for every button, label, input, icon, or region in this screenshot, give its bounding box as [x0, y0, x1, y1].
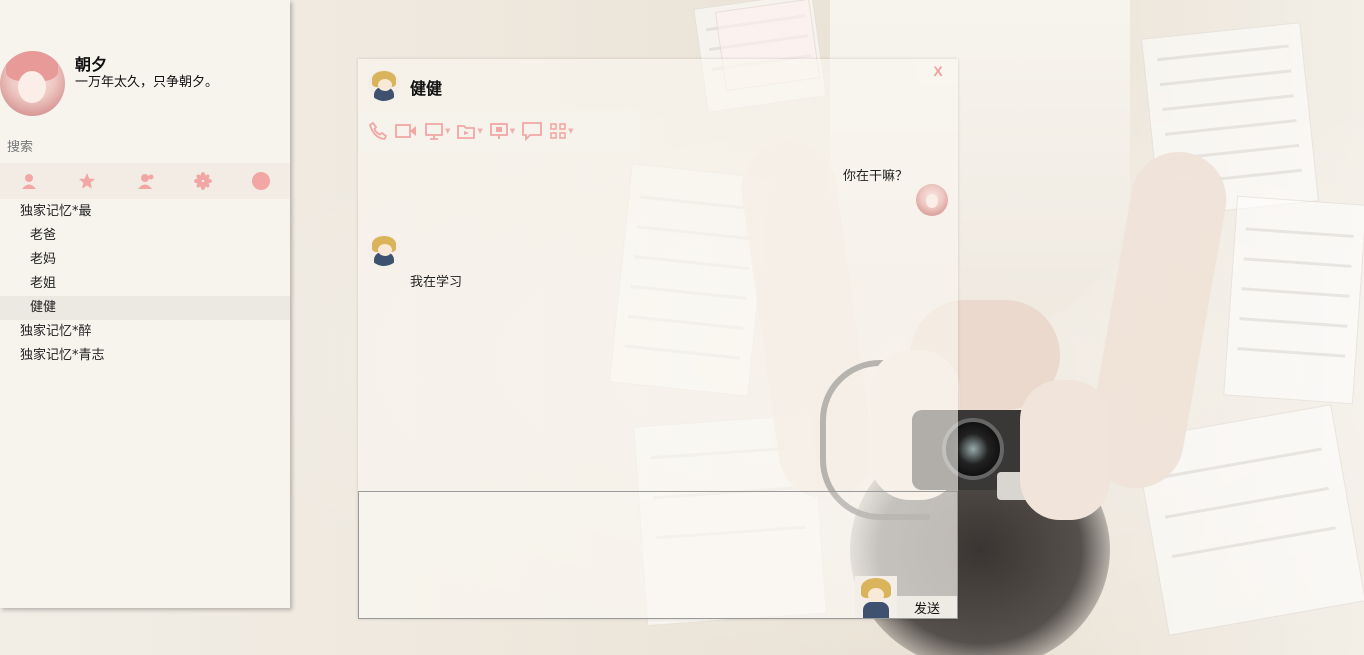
friend-item[interactable]: 老姐 [0, 272, 290, 296]
contacts-panel: 朝夕 一万年太久，只争朝夕。 独家记忆*最 老爸 老妈 老姐 健健 独家记忆*醉… [0, 0, 290, 608]
remote-desktop-icon[interactable]: ▼ [489, 119, 515, 143]
circle-icon[interactable] [250, 170, 272, 192]
user-signature[interactable]: 一万年太久，只争朝夕。 [75, 71, 218, 90]
friend-item[interactable]: 老妈 [0, 248, 290, 272]
user-avatar[interactable] [0, 51, 65, 116]
apps-icon[interactable]: ▼ [549, 119, 574, 143]
contact-message-avatar [368, 234, 400, 266]
message-text-sent: 你在干嘛？ [842, 169, 908, 184]
screen-share-icon[interactable]: ▼ [424, 119, 450, 143]
search-input[interactable] [7, 140, 277, 155]
video-icon[interactable] [394, 119, 418, 143]
contact-avatar[interactable] [368, 69, 400, 101]
friend-item-selected[interactable]: 健健 [0, 296, 290, 320]
group-header[interactable]: 独家记忆*青志 [0, 344, 290, 368]
sender-avatar [855, 576, 897, 618]
phone-icon[interactable] [368, 119, 388, 143]
person-icon[interactable] [18, 170, 40, 192]
group-header[interactable]: 独家记忆*最 [0, 200, 290, 224]
my-avatar [916, 184, 948, 216]
chat-toolbar: ▼ ▼ ▼ ▼ [358, 111, 640, 151]
user-profile: 朝夕 一万年太久，只争朝夕。 [0, 48, 290, 118]
star-icon[interactable] [76, 170, 98, 192]
send-button[interactable]: 发送 [897, 596, 957, 618]
friend-item[interactable]: 老爸 [0, 224, 290, 248]
chat-title: 健健 [410, 79, 443, 98]
message-text-received: 我在学习 [410, 275, 463, 290]
contact-groups: 独家记忆*最 老爸 老妈 老姐 健健 独家记忆*醉 独家记忆*青志 [0, 200, 290, 368]
contact-tabs [0, 163, 290, 199]
flower-icon[interactable] [192, 170, 214, 192]
message-list: 你在干嘛？ 我在学习 [358, 159, 958, 489]
message-icon[interactable] [521, 119, 543, 143]
close-button[interactable]: X [918, 59, 958, 83]
group-icon[interactable] [134, 170, 156, 192]
file-transfer-icon[interactable]: ▼ [456, 119, 483, 143]
chat-window: X 健健 ▼ ▼ ▼ ▼ 你在干嘛？ 我在学习 发送 [358, 59, 958, 619]
group-header[interactable]: 独家记忆*醉 [0, 320, 290, 344]
